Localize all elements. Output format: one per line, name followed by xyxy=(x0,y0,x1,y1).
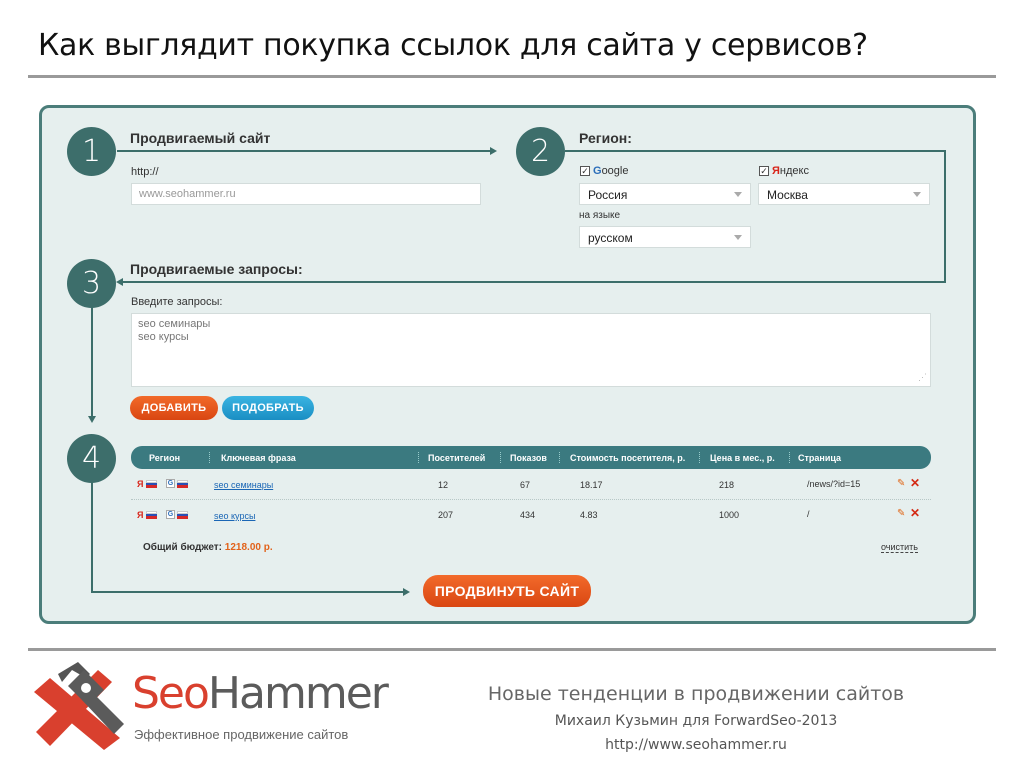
checkmark-icon: ✓ xyxy=(759,166,769,176)
col-phrase: Ключевая фраза xyxy=(221,453,296,463)
clear-link[interactable]: очистить xyxy=(881,542,918,553)
step-2-badge: 2 xyxy=(516,127,565,176)
total-budget: Общий бюджет: 1218.00 р. xyxy=(143,542,273,553)
col-region: Регион xyxy=(149,453,180,463)
city-select[interactable]: Москва xyxy=(758,183,930,205)
top-divider xyxy=(28,75,996,78)
language-label: на языке xyxy=(579,210,621,221)
cost-cell: 18.17 xyxy=(580,480,603,490)
results-table-header: Регион Ключевая фраза Посетителей Показо… xyxy=(131,446,931,469)
col-price-month: Цена в мес., р. xyxy=(710,453,775,463)
google-checkbox[interactable]: ✓ Google xyxy=(580,165,628,177)
step-3-badge: 3 xyxy=(67,259,116,308)
hammer-icon xyxy=(34,662,124,750)
country-select[interactable]: Россия xyxy=(579,183,751,205)
chevron-down-icon xyxy=(734,235,742,240)
connector-3-4 xyxy=(91,306,93,418)
budget-value: 1218.00 р. xyxy=(224,542,273,553)
col-impressions: Показов xyxy=(510,453,547,463)
edit-icon[interactable]: ✎ xyxy=(897,478,905,489)
yandex-icon: Я xyxy=(137,510,144,520)
query-line: seo курсы xyxy=(138,331,189,343)
price-cell: 1000 xyxy=(719,510,740,520)
keyword-link[interactable]: seo курсы xyxy=(214,511,255,521)
impressions-cell: 67 xyxy=(520,480,531,490)
bottom-divider xyxy=(28,648,996,651)
col-page: Страница xyxy=(798,453,842,463)
visitors-cell: 12 xyxy=(438,480,449,490)
region-heading: Регион: xyxy=(579,130,632,146)
price-cell: 218 xyxy=(719,480,735,490)
keyword-link[interactable]: seo семинары xyxy=(214,480,273,490)
col-cost-per-visitor: Стоимость посетителя, р. xyxy=(570,453,686,463)
yandex-label: Яндекс xyxy=(772,165,809,177)
connector-2-right xyxy=(565,150,945,152)
footer-url: http://www.seohammer.ru xyxy=(605,737,787,753)
google-icon: G xyxy=(166,479,175,488)
connector-to-promote xyxy=(91,591,405,593)
connector-to-3 xyxy=(122,281,946,283)
impressions-cell: 434 xyxy=(520,510,536,520)
russia-flag-icon xyxy=(146,480,157,488)
page-cell: /news/?id=15 xyxy=(807,479,861,489)
language-value: русском xyxy=(588,231,633,245)
checkmark-icon: ✓ xyxy=(580,166,590,176)
col-visitors: Посетителей xyxy=(428,453,486,463)
footer-author: Михаил Кузьмин для ForwardSeo-2013 xyxy=(554,713,838,729)
queries-input-label: Введите запросы: xyxy=(131,296,223,308)
logo-wordmark: SeoHammer xyxy=(132,668,389,719)
table-row: Я G seo семинары 12 67 18.17 218 /news/?… xyxy=(131,470,931,500)
visitors-cell: 207 xyxy=(438,510,454,520)
russia-flag-icon xyxy=(146,511,157,519)
slide-title: Как выглядит покупка ссылок для сайта у … xyxy=(38,28,868,63)
table-row: Я G seo курсы 207 434 4.83 1000 / ✎ ✕ xyxy=(131,501,931,531)
arrow-right-icon xyxy=(403,588,410,596)
arrow-left-icon xyxy=(116,278,123,286)
add-button[interactable]: ДОБАВИТЬ xyxy=(130,396,218,420)
resize-handle-icon[interactable]: ⋰ xyxy=(918,371,927,384)
logo-tagline: Эффективное продвижение сайтов xyxy=(134,727,349,742)
protocol-label: http:// xyxy=(131,166,159,178)
country-value: Россия xyxy=(588,188,628,202)
query-line: seo семинары xyxy=(138,318,211,330)
edit-icon[interactable]: ✎ xyxy=(897,508,905,519)
queries-heading: Продвигаемые запросы: xyxy=(130,261,303,277)
queries-textarea[interactable]: seo семинары seo курсы ⋰ xyxy=(131,313,931,387)
language-select[interactable]: русском xyxy=(579,226,751,248)
city-value: Москва xyxy=(767,188,808,202)
connector-1-2 xyxy=(117,150,492,152)
yandex-checkbox[interactable]: ✓ Яндекс xyxy=(759,165,809,177)
page-cell: / xyxy=(807,509,810,519)
site-heading: Продвигаемый сайт xyxy=(130,130,271,146)
arrow-down-icon xyxy=(88,416,96,423)
site-url-input[interactable]: www.seohammer.ru xyxy=(131,183,481,205)
yandex-icon: Я xyxy=(137,479,144,489)
pick-button[interactable]: ПОДОБРАТЬ xyxy=(222,396,314,420)
budget-label: Общий бюджет: xyxy=(143,542,223,553)
russia-flag-icon xyxy=(177,480,188,488)
delete-icon[interactable]: ✕ xyxy=(910,506,920,520)
chevron-down-icon xyxy=(734,192,742,197)
arrow-right-icon xyxy=(490,147,497,155)
footer-title: Новые тенденции в продвижении сайтов xyxy=(487,683,905,705)
chevron-down-icon xyxy=(913,192,921,197)
delete-icon[interactable]: ✕ xyxy=(910,476,920,490)
russia-flag-icon xyxy=(177,511,188,519)
connector-4-down xyxy=(91,480,93,592)
google-label: Google xyxy=(593,165,629,177)
step-4-badge: 4 xyxy=(67,434,116,483)
connector-2-down xyxy=(944,150,946,282)
google-icon: G xyxy=(166,510,175,519)
step-1-badge: 1 xyxy=(67,127,116,176)
cost-cell: 4.83 xyxy=(580,510,598,520)
promote-site-button[interactable]: ПРОДВИНУТЬ САЙТ xyxy=(423,575,591,607)
